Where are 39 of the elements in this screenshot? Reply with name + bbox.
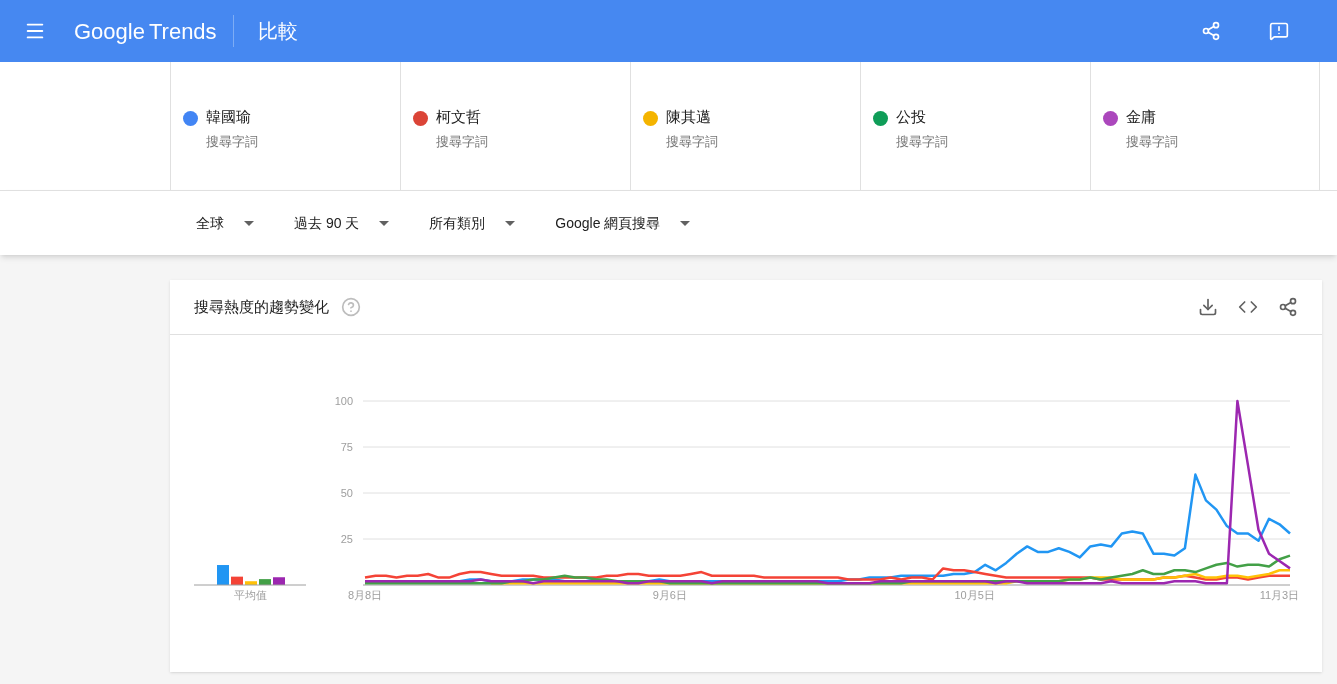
caret-icon (244, 220, 254, 226)
feedback-icon[interactable] (1269, 21, 1289, 41)
x-axis-label: 11月3日 (1259, 589, 1300, 601)
caret-icon (680, 220, 691, 226)
term-name: 公投 (896, 107, 927, 127)
x-axis-label: 8月8日 (347, 589, 383, 601)
search-term-card[interactable]: 韓國瑜 搜尋字詞 (170, 62, 400, 190)
filter-dropdown[interactable]: 全球 (196, 212, 254, 234)
term-type: 搜尋字詞 (896, 132, 948, 151)
y-axis-label: 25 (340, 533, 353, 545)
caret-icon (379, 220, 390, 226)
share-icon[interactable] (1201, 21, 1221, 41)
term-name: 韓國瑜 (206, 107, 252, 127)
search-term-card[interactable]: 陳其邁 搜尋字詞 (630, 62, 860, 190)
x-axis-label: 9月6日 (652, 589, 687, 601)
average-label: 平均值 (233, 589, 267, 601)
filter-dropdown[interactable]: Google 網頁搜尋 (555, 212, 691, 234)
filter-dropdown[interactable]: 過去 90 天 (294, 212, 390, 234)
filter-dropdown[interactable]: 所有類別 (429, 212, 516, 234)
term-type: 搜尋字詞 (436, 132, 488, 151)
term-type: 搜尋字詞 (206, 132, 258, 151)
x-axis-label: 10月5日 (954, 589, 995, 601)
share-icon[interactable] (1278, 297, 1298, 317)
search-term-card[interactable]: 公投 搜尋字詞 (860, 62, 1090, 190)
y-axis-label: 75 (340, 441, 353, 453)
term-type: 搜尋字詞 (1126, 132, 1178, 151)
download-icon[interactable] (1198, 297, 1218, 317)
search-term-card[interactable]: 柯文哲 搜尋字詞 (400, 62, 630, 190)
y-axis-label: 100 (334, 395, 353, 407)
page-title: 比較 (257, 19, 298, 44)
search-term-card[interactable]: 金庸 搜尋字詞 (1090, 62, 1320, 190)
term-name: 柯文哲 (436, 107, 482, 127)
card-title: 搜尋熱度的趨勢變化 (194, 296, 329, 317)
help-icon[interactable] (341, 297, 361, 317)
term-type: 搜尋字詞 (666, 132, 718, 151)
y-axis-label: 50 (340, 487, 353, 499)
caret-icon (505, 220, 516, 226)
term-name: 陳其邁 (666, 107, 712, 127)
term-name: 金庸 (1126, 107, 1157, 127)
